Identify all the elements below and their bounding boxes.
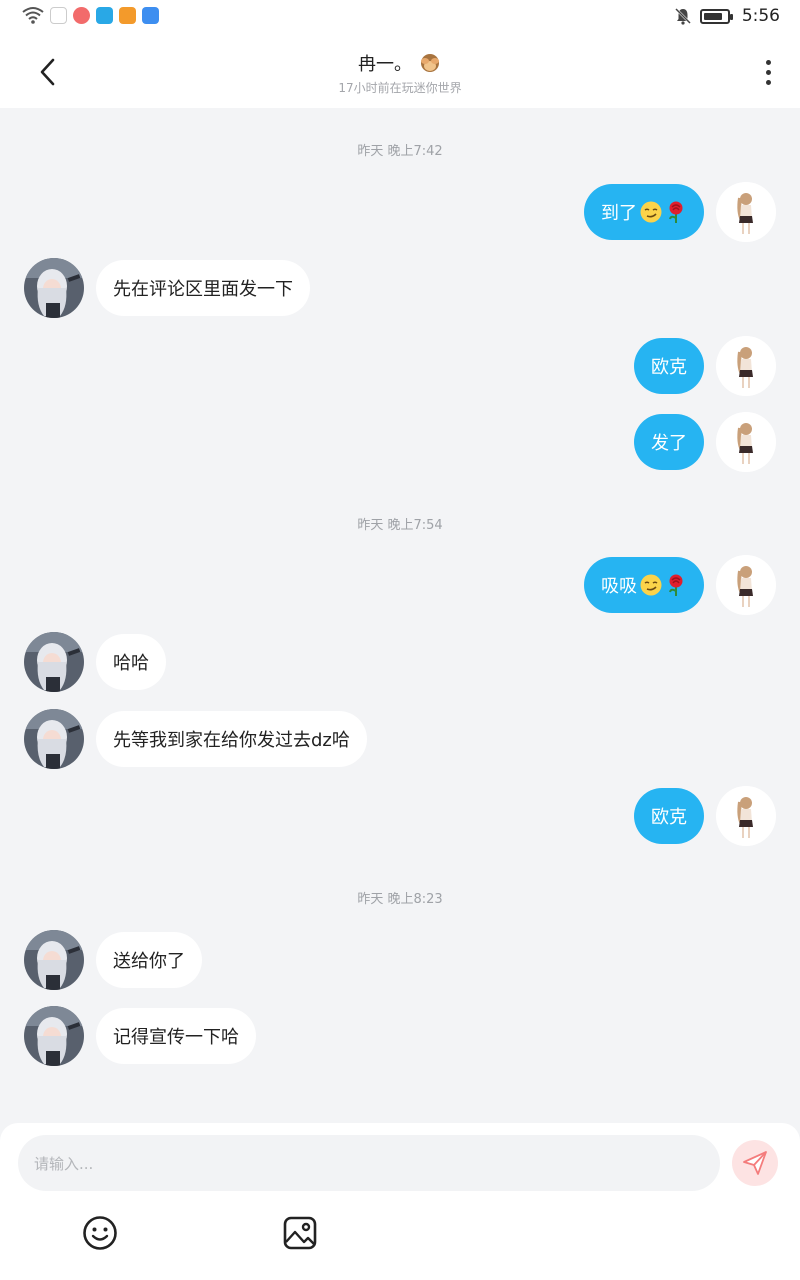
message-row: 记得宣传一下哈	[0, 1006, 800, 1066]
status-time: 5:56	[741, 6, 780, 26]
chat-messages[interactable]: 昨天 晚上7:42 到了 先在评论区里面发一下 欧克 发了 昨天 晚上7:54 …	[0, 108, 800, 1123]
wifi-icon	[22, 7, 44, 24]
message-row: 送给你了	[0, 930, 800, 990]
message-bubble-received[interactable]: 记得宣传一下哈	[96, 1008, 256, 1064]
message-row: 到了	[0, 182, 800, 242]
my-avatar[interactable]	[716, 555, 776, 615]
status-bar-system: 5:56	[674, 6, 780, 26]
rose-icon	[669, 201, 683, 223]
message-row: 吸吸	[0, 555, 800, 615]
message-bubble-received[interactable]: 送给你了	[96, 932, 202, 988]
battery-icon	[699, 8, 733, 24]
chat-header: 冉一。 17小时前在玩迷你世界	[0, 36, 800, 108]
chevron-left-icon	[40, 58, 55, 86]
message-bubble-received[interactable]: 哈哈	[96, 634, 166, 690]
my-avatar[interactable]	[716, 182, 776, 242]
timestamp: 昨天 晚上7:42	[357, 144, 443, 159]
image-button[interactable]	[282, 1215, 318, 1251]
message-input[interactable]: 请输入...	[18, 1135, 720, 1191]
back-button[interactable]	[30, 54, 66, 90]
status-bar: 5:56	[0, 0, 800, 36]
app-red-icon	[73, 6, 90, 24]
contact-avatar[interactable]	[24, 258, 84, 318]
rose-icon	[669, 574, 683, 596]
bell-off-icon	[674, 8, 691, 25]
timestamp: 昨天 晚上7:54	[357, 518, 443, 533]
more-options-button[interactable]	[756, 54, 780, 90]
more-vertical-icon	[765, 59, 771, 65]
send-button[interactable]	[732, 1140, 778, 1186]
message-row: 欧克	[0, 336, 800, 396]
my-avatar[interactable]	[716, 786, 776, 846]
message-bubble-sent[interactable]: 到了	[584, 184, 704, 240]
message-bubble-sent[interactable]: 发了	[634, 414, 704, 470]
message-bubble-received[interactable]: 先等我到家在给你发过去dz哈	[96, 711, 367, 767]
image-icon	[283, 1216, 317, 1250]
message-bubble-sent[interactable]: 欧克	[634, 338, 704, 394]
send-icon	[743, 1151, 767, 1175]
app-search-icon	[96, 6, 113, 24]
app-100-icon	[50, 6, 67, 24]
message-row: 先等我到家在给你发过去dz哈	[0, 709, 800, 769]
contact-avatar[interactable]	[24, 709, 84, 769]
contact-status: 17小时前在玩迷你世界	[338, 81, 462, 95]
my-avatar[interactable]	[716, 412, 776, 472]
contact-avatar[interactable]	[24, 930, 84, 990]
message-row: 哈哈	[0, 632, 800, 692]
contact-name: 冉一。	[358, 54, 412, 75]
message-bubble-sent[interactable]: 欧克	[634, 788, 704, 844]
message-bubble-received[interactable]: 先在评论区里面发一下	[96, 260, 310, 316]
my-avatar[interactable]	[716, 336, 776, 396]
emoji-button[interactable]	[82, 1215, 118, 1251]
composer: 请输入...	[0, 1123, 800, 1280]
app-orange-icon	[119, 6, 136, 24]
chat-title-area: 冉一。 17小时前在玩迷你世界	[200, 50, 600, 96]
contact-avatar[interactable]	[24, 1006, 84, 1066]
smirk-face-icon	[640, 574, 662, 596]
message-row: 欧克	[0, 786, 800, 846]
message-row: 发了	[0, 412, 800, 472]
status-bar-notifications	[22, 6, 159, 24]
message-row: 先在评论区里面发一下	[0, 258, 800, 318]
page-title: 冉一。	[358, 50, 442, 76]
see-no-evil-monkey-icon	[421, 54, 439, 72]
contact-avatar[interactable]	[24, 632, 84, 692]
message-bubble-sent[interactable]: 吸吸	[584, 557, 704, 613]
app-cloud-icon	[142, 6, 159, 24]
timestamp: 昨天 晚上8:23	[357, 892, 443, 907]
smirk-face-icon	[640, 201, 662, 223]
emoji-icon	[83, 1216, 117, 1250]
